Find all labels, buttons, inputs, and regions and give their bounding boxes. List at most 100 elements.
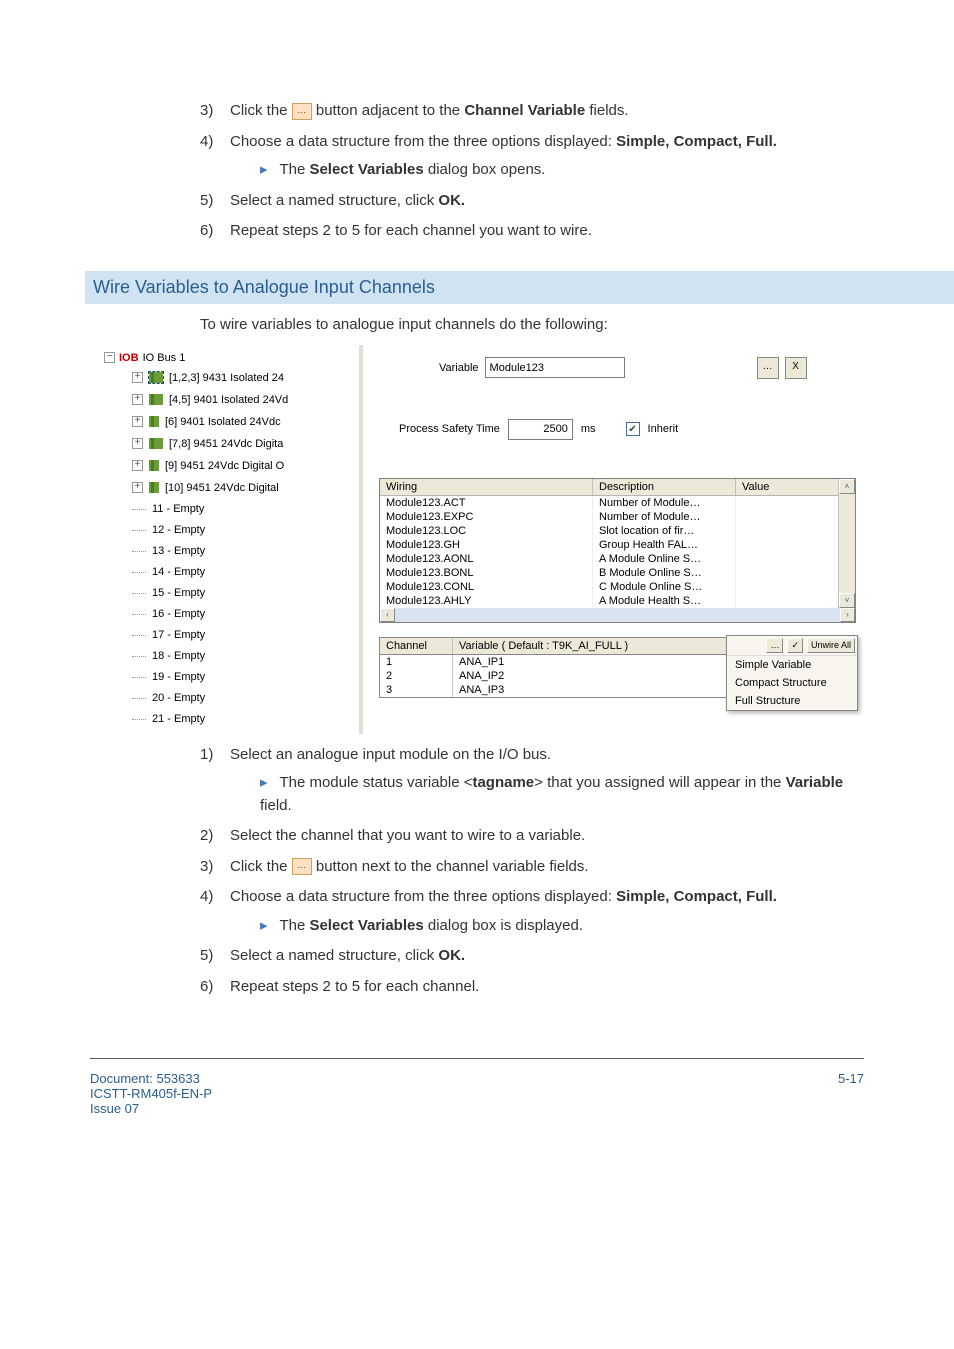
module-icon — [149, 372, 163, 383]
wiring-row[interactable]: Module123.LOCSlot location of fir… — [380, 524, 855, 538]
col-header-description[interactable]: Description — [593, 479, 736, 495]
tree-module[interactable]: + [9] 9451 24Vdc Digital O — [132, 455, 359, 477]
tree-empty-slot[interactable]: 20 - Empty — [132, 688, 359, 709]
pst-label: Process Safety Time — [399, 423, 500, 435]
module-icon — [149, 416, 159, 427]
structure-popup: … ✓ Unwire All Simple Variable Compact S… — [726, 635, 858, 711]
variable-label: Variable — [439, 362, 479, 374]
col-header-channel[interactable]: Channel — [380, 638, 453, 654]
tree-empty-slot[interactable]: 18 - Empty — [132, 646, 359, 667]
footer-rule — [90, 1058, 864, 1059]
tree-module[interactable]: + [6] 9401 Isolated 24Vdc — [132, 411, 359, 433]
scroll-down-icon[interactable]: ˅ — [839, 593, 855, 608]
tree-empty-slot[interactable]: 21 - Empty — [132, 709, 359, 730]
tree-empty-slot[interactable]: 14 - Empty — [132, 562, 359, 583]
footer: Document: 553633 ICSTT-RM405f-EN-P Issue… — [90, 1071, 864, 1116]
module-icon — [149, 394, 163, 405]
variable-row: Variable Module123 … X — [439, 357, 856, 379]
wiring-row[interactable]: Module123.ACTNumber of Module… — [380, 496, 855, 510]
screenshot: − IOB IO Bus 1 + [1,2,3] 9431 Isolated 24… — [100, 345, 864, 734]
tree-module-label: [10] 9451 24Vdc Digital — [165, 482, 279, 494]
popup-confirm-button[interactable]: ✓ — [787, 638, 803, 653]
tree-module[interactable]: + [7,8] 9451 24Vdc Digita — [132, 433, 359, 455]
wiring-grid: Wiring Description Value Module123.ACTNu… — [379, 478, 856, 623]
channel-block: Channel Variable ( Default : T9K_AI_FULL… — [379, 637, 856, 698]
wiring-row[interactable]: Module123.CONLC Module Online S… — [380, 580, 855, 594]
bstep-4-sub: ▸ The Select Variables dialog box is dis… — [260, 915, 864, 938]
popup-item-full[interactable]: Full Structure — [727, 692, 857, 710]
tree-empty-slot[interactable]: 11 - Empty — [132, 499, 359, 520]
expand-icon[interactable]: + — [132, 438, 143, 449]
section-heading: Wire Variables to Analogue Input Channel… — [85, 271, 954, 304]
tree-empty-slot[interactable]: 13 - Empty — [132, 541, 359, 562]
wiring-row[interactable]: Module123.BONLB Module Online S… — [380, 566, 855, 580]
footer-page: 5-17 — [838, 1071, 864, 1116]
tree-module-label: [1,2,3] 9431 Isolated 24 — [169, 372, 284, 384]
detail-pane: Variable Module123 … X Process Safety Ti… — [363, 345, 864, 734]
footer-document: Document: 553633 — [90, 1071, 212, 1086]
bstep-3: 3) Click the … button next to the channe… — [200, 856, 864, 879]
horizontal-scrollbar[interactable]: ‹ › — [380, 608, 855, 622]
module-icon — [149, 460, 159, 471]
collapse-icon[interactable]: − — [104, 352, 115, 363]
expand-icon[interactable]: + — [132, 416, 143, 427]
expand-icon[interactable]: + — [132, 372, 143, 383]
tree-module-label: [6] 9401 Isolated 24Vdc — [165, 416, 281, 428]
tree-module-label: [9] 9451 24Vdc Digital O — [165, 460, 284, 472]
expand-icon[interactable]: + — [132, 460, 143, 471]
section-intro: To wire variables to analogue input chan… — [200, 316, 864, 333]
module-icon — [149, 482, 159, 493]
footer-issue: Issue 07 — [90, 1101, 212, 1116]
ellipsis-icon: … — [292, 103, 312, 120]
tree-module[interactable]: + [10] 9451 24Vdc Digital — [132, 477, 359, 499]
pst-unit: ms — [581, 423, 596, 435]
inherit-checkbox[interactable]: ✔ — [626, 422, 640, 436]
wiring-row[interactable]: Module123.EXPCNumber of Module… — [380, 510, 855, 524]
steps-top: 3) Click the … button adjacent to the Ch… — [200, 100, 864, 243]
bstep-4: 4) Choose a data structure from the thre… — [200, 886, 864, 937]
steps-bottom: 1) Select an analogue input module on th… — [200, 744, 864, 999]
popup-browse-button[interactable]: … — [766, 638, 783, 653]
scroll-left-icon[interactable]: ‹ — [380, 608, 395, 622]
expand-icon[interactable]: + — [132, 482, 143, 493]
wiring-row[interactable]: Module123.AONLA Module Online S… — [380, 552, 855, 566]
tree-module[interactable]: + [1,2,3] 9431 Isolated 24 — [132, 367, 359, 389]
tree-empty-slot[interactable]: 12 - Empty — [132, 520, 359, 541]
ellipsis-icon: … — [292, 858, 312, 875]
browse-button[interactable]: … — [757, 357, 779, 379]
tree-module-label: [4,5] 9401 Isolated 24Vd — [169, 394, 288, 406]
pst-row: Process Safety Time 2500 ms ✔ Inherit — [399, 419, 856, 440]
popup-unwire-button[interactable]: Unwire All — [807, 638, 855, 653]
popup-item-compact[interactable]: Compact Structure — [727, 674, 857, 692]
tree-empty-slot[interactable]: 16 - Empty — [132, 604, 359, 625]
scroll-up-icon[interactable]: ˄ — [839, 479, 855, 494]
tree-root[interactable]: − IOB IO Bus 1 — [104, 349, 359, 367]
tree-empty-slot[interactable]: 15 - Empty — [132, 583, 359, 604]
vertical-scrollbar[interactable]: ˄ ˅ — [838, 479, 855, 608]
step-3: 3) Click the … button adjacent to the Ch… — [200, 100, 864, 123]
col-header-wiring[interactable]: Wiring — [380, 479, 593, 495]
pst-input[interactable]: 2500 — [508, 419, 573, 440]
arrow-icon: ▸ — [260, 917, 268, 934]
module-icon — [149, 438, 163, 449]
inherit-label: Inherit — [648, 423, 679, 435]
wiring-row[interactable]: Module123.AHLYA Module Health S… — [380, 594, 855, 608]
bstep-2: 2) Select the channel that you want to w… — [200, 825, 864, 848]
bstep-5: 5) Select a named structure, click OK. — [200, 945, 864, 968]
tree-module-label: [7,8] 9451 24Vdc Digita — [169, 438, 283, 450]
tree-module[interactable]: + [4,5] 9401 Isolated 24Vd — [132, 389, 359, 411]
bstep-1: 1) Select an analogue input module on th… — [200, 744, 864, 818]
popup-item-simple[interactable]: Simple Variable — [727, 656, 857, 674]
bstep-1-sub: ▸ The module status variable <tagname> t… — [260, 772, 864, 817]
clear-button[interactable]: X — [785, 357, 807, 379]
scroll-right-icon[interactable]: › — [840, 608, 855, 622]
tree-empty-slot[interactable]: 19 - Empty — [132, 667, 359, 688]
step-6: 6) Repeat steps 2 to 5 for each channel … — [200, 220, 864, 243]
variable-input[interactable]: Module123 — [485, 357, 625, 378]
tree-pane: − IOB IO Bus 1 + [1,2,3] 9431 Isolated 24… — [100, 345, 363, 734]
wiring-row[interactable]: Module123.GHGroup Health FAL… — [380, 538, 855, 552]
step-4: 4) Choose a data structure from the thre… — [200, 131, 864, 182]
step-5: 5) Select a named structure, click OK. — [200, 190, 864, 213]
tree-empty-slot[interactable]: 17 - Empty — [132, 625, 359, 646]
expand-icon[interactable]: + — [132, 394, 143, 405]
